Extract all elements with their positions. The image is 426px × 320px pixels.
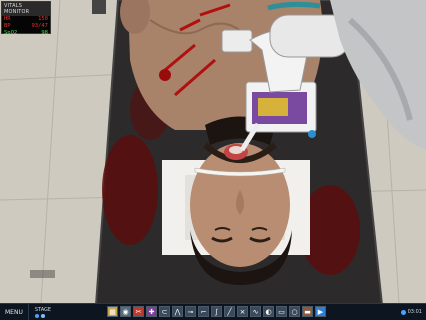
gauze-pad-icon[interactable]: ▦: [107, 306, 118, 317]
clamp-icon[interactable]: ⨯: [237, 306, 248, 317]
vitals-label: SpO2: [4, 30, 18, 36]
laryngoscope-icon[interactable]: ⌐: [198, 306, 209, 317]
stage-dot: [34, 314, 39, 318]
bottom-toolbar: MENU STAGE ▦ ◉ ✂ ✚ ⊂ ⋀ ⊸ ⌐ ∫ ╱ ⨯ ∿ ◐ ▭ ○ ▬ ▶ 03:01: [0, 303, 426, 320]
menu-button[interactable]: MENU: [0, 304, 29, 320]
timer: 03:01: [400, 309, 422, 315]
vitals-monitor: VITALS MONITOR HR 150 BP 93/47 SpO2 98: [1, 1, 51, 37]
stage-dot: [40, 314, 45, 318]
vitals-value: 93/47: [31, 23, 48, 29]
vitals-row-hr: HR 150: [2, 16, 50, 23]
endotracheal-tube-icon[interactable]: ⊸: [185, 306, 196, 317]
tape-icon[interactable]: ▭: [276, 306, 287, 317]
vitals-row-bp: BP 93/47: [2, 23, 50, 30]
bag-valve-mask-icon[interactable]: ◉: [120, 306, 131, 317]
tool-tray: ▦ ◉ ✂ ✚ ⊂ ⋀ ⊸ ⌐ ∫ ╱ ⨯ ∿ ◐ ▭ ○ ▬ ▶: [107, 306, 326, 317]
monitor-lead-icon[interactable]: ◐: [263, 306, 274, 317]
vitals-label: HR: [4, 16, 11, 22]
tube-icon[interactable]: ╱: [224, 306, 235, 317]
suction-icon[interactable]: ∫: [211, 306, 222, 317]
timer-text: 03:01: [407, 309, 422, 315]
scene-illustration: [0, 0, 426, 320]
syringe-icon[interactable]: ✚: [146, 306, 157, 317]
stethoscope-icon[interactable]: ⊂: [159, 306, 170, 317]
bandage-icon[interactable]: ▬: [302, 306, 313, 317]
stage-indicator: STAGE: [29, 307, 57, 318]
vitals-value: 150: [38, 16, 48, 22]
oxygen-icon[interactable]: ○: [289, 306, 300, 317]
vitals-label: BP: [4, 23, 11, 29]
scalpel-icon[interactable]: ✂: [133, 306, 144, 317]
next-arrow-icon[interactable]: ▶: [315, 306, 326, 317]
surgery-scene: VITALS MONITOR HR 150 BP 93/47 SpO2 98 M…: [0, 0, 426, 320]
vitals-value: 98: [41, 30, 48, 36]
forceps-icon[interactable]: ⋀: [172, 306, 183, 317]
clock-icon: [400, 309, 406, 315]
stage-dots: [34, 314, 51, 318]
vitals-row-spo2: SpO2 98: [2, 30, 50, 37]
stage-label: STAGE: [34, 307, 52, 313]
vitals-monitor-title: VITALS MONITOR: [2, 2, 50, 16]
catheter-icon[interactable]: ∿: [250, 306, 261, 317]
